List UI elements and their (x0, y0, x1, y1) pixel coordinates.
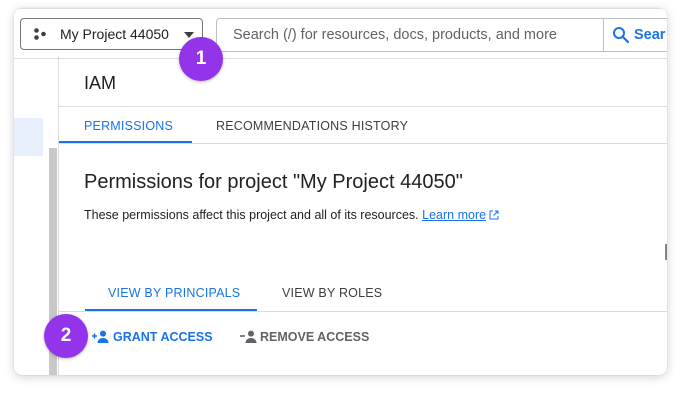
remove-access-button[interactable]: REMOVE ACCESS (240, 330, 369, 344)
remove-access-label: REMOVE ACCESS (260, 330, 370, 344)
title-divider (59, 106, 667, 107)
step-badge-2: 2 (44, 314, 88, 358)
tabs-divider (59, 143, 667, 144)
top-divider (14, 8, 667, 9)
person-remove-icon (240, 330, 257, 343)
permissions-description: These permissions affect this project an… (84, 208, 499, 222)
left-nav-selected-item[interactable] (14, 118, 43, 156)
external-link-icon (489, 210, 499, 220)
permissions-heading: Permissions for project "My Project 4405… (84, 171, 463, 193)
tab-view-by-principals[interactable]: VIEW BY PRINCIPALS (108, 286, 240, 300)
project-picker[interactable]: My Project 44050 (20, 18, 203, 50)
search-input[interactable]: Search (/) for resources, docs, products… (216, 18, 667, 52)
search-placeholder: Search (/) for resources, docs, products… (233, 27, 557, 43)
caret-down-icon (184, 32, 194, 38)
search-icon (613, 27, 630, 44)
tab-view-by-roles[interactable]: VIEW BY ROLES (282, 286, 382, 300)
search-button-label: Sear (634, 27, 666, 43)
scroll-indicator (665, 244, 667, 260)
project-name: My Project 44050 (60, 26, 169, 42)
grant-access-button[interactable]: GRANT ACCESS (92, 330, 213, 344)
console-panel: My Project 44050 Search (/) for resource… (14, 8, 667, 375)
project-dots-icon (34, 28, 46, 40)
grant-access-label: GRANT ACCESS (113, 330, 213, 344)
header-divider (14, 58, 667, 59)
search-button[interactable]: Sear (603, 18, 667, 52)
view-tabs-divider (59, 311, 667, 312)
person-add-icon (92, 330, 109, 343)
tab-permissions[interactable]: PERMISSIONS (84, 119, 173, 133)
learn-more-link[interactable]: Learn more (422, 208, 486, 222)
tab-recommendations-history[interactable]: RECOMMENDATIONS HISTORY (216, 119, 408, 133)
step-badge-1: 1 (179, 37, 223, 81)
page-title: IAM (84, 73, 117, 93)
description-text: These permissions affect this project an… (84, 208, 419, 222)
